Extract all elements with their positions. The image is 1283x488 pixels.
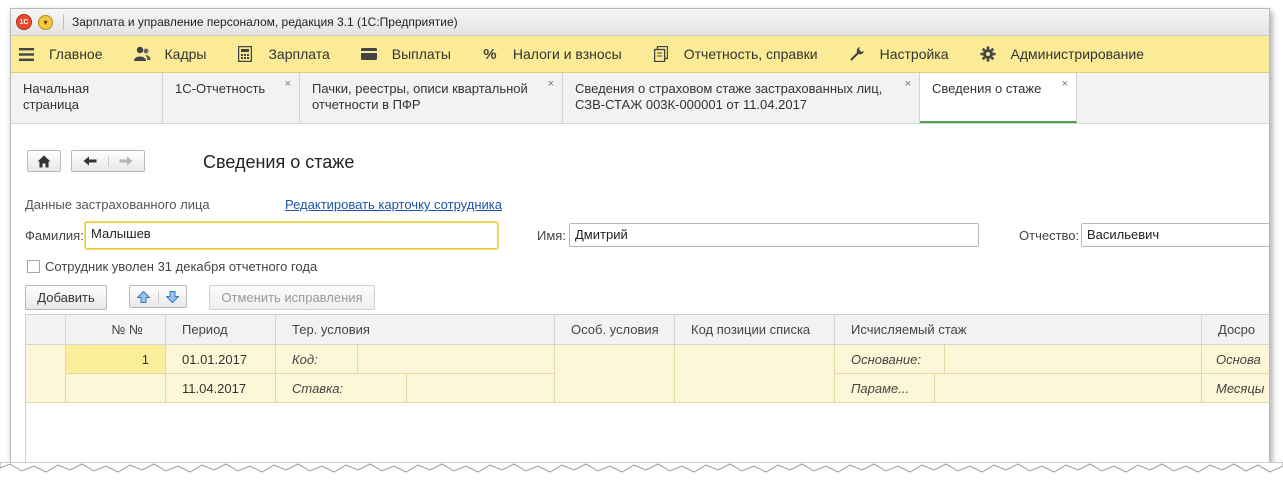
wallet-icon xyxy=(360,45,378,63)
table-header-marker xyxy=(26,315,66,345)
tab-label: 1С-Отчетность xyxy=(175,81,266,96)
form-title: Сведения о стаже xyxy=(203,152,355,172)
surname-label: Фамилия: xyxy=(25,228,84,243)
table-row-period-end[interactable]: 11.04.2017 xyxy=(166,374,276,403)
open-tabs-bar: Начальная страница 1С-Отчетность × Пачки… xyxy=(11,73,1269,124)
insured-person-section-label: Данные застрахованного лица xyxy=(25,197,210,212)
menu-item-taxes[interactable]: % Налоги и взносы xyxy=(481,45,622,63)
surname-field[interactable]: Малышев xyxy=(85,222,498,249)
table-row-stazh-param-value[interactable] xyxy=(935,374,1202,403)
window-title: Зарплата и управление персоналом, редакц… xyxy=(72,15,458,29)
torn-edge-decoration xyxy=(0,462,1283,488)
menu-item-label: Зарплата xyxy=(268,46,330,62)
sections-panel: Главное Кадры Зарплата Выплаты % Налоги … xyxy=(11,36,1269,73)
tab-stazh-info[interactable]: Сведения о стаже × xyxy=(920,73,1077,123)
menu-item-payments[interactable]: Выплаты xyxy=(360,45,451,63)
navigation-buttons xyxy=(71,150,145,172)
table-header-period[interactable]: Период xyxy=(166,315,276,345)
dismissed-checkbox-label[interactable]: Сотрудник уволен 31 декабря отчетного го… xyxy=(45,259,317,274)
table-row-stazh-param-label[interactable]: Параме... xyxy=(835,374,935,403)
tab-label: Сведения о стаже xyxy=(932,81,1042,96)
table-row-stazh-basis-value[interactable] xyxy=(945,345,1202,374)
back-arrow-icon[interactable] xyxy=(72,156,109,166)
menu-item-main[interactable]: Главное xyxy=(17,45,103,63)
gear-icon xyxy=(979,45,997,63)
tab-label: Начальная страница xyxy=(23,81,90,112)
home-button[interactable] xyxy=(27,150,61,172)
stazh-table: № № Период Тер. условия Особ. условия Ко… xyxy=(25,314,1269,471)
add-button[interactable]: Добавить xyxy=(25,285,107,310)
table-header-special-conditions[interactable]: Особ. условия xyxy=(555,315,675,345)
table-row-ter-rate-value[interactable] xyxy=(407,374,555,403)
name-label: Имя: xyxy=(537,228,566,243)
1c-logo-icon[interactable]: 1С xyxy=(16,14,32,30)
close-icon[interactable]: × xyxy=(548,76,554,92)
table-header-early-retirement[interactable]: Досро xyxy=(1202,315,1269,345)
table-row-ter-rate-label[interactable]: Ставка: xyxy=(276,374,407,403)
table-row-early-basis-label[interactable]: Основа xyxy=(1202,345,1269,374)
close-icon[interactable]: × xyxy=(1062,76,1068,92)
close-icon[interactable]: × xyxy=(905,76,911,92)
table-row-special-conditions[interactable] xyxy=(555,345,675,403)
table-header-number[interactable]: № № xyxy=(66,315,166,345)
table-row-period-start[interactable]: 01.01.2017 xyxy=(166,345,276,374)
menu-item-label: Настройка xyxy=(879,46,949,62)
tab-pfr-packs[interactable]: Пачки, реестры, описи квартальной отчетн… xyxy=(300,73,563,123)
menu-item-hr[interactable]: Кадры xyxy=(133,45,207,63)
table-header-list-position-code[interactable]: Код позиции списка xyxy=(675,315,835,345)
documents-icon xyxy=(652,45,670,63)
table-row-ter-code-label[interactable]: Код: xyxy=(276,345,358,374)
calculator-icon xyxy=(236,45,254,63)
menu-item-label: Налоги и взносы xyxy=(512,46,622,62)
table-row-stazh-basis-label[interactable]: Основание: xyxy=(835,345,945,374)
main-menu-icon[interactable]: ▾ xyxy=(38,14,53,30)
home-icon xyxy=(37,155,51,167)
forward-arrow-icon[interactable] xyxy=(109,156,145,166)
wrench-icon xyxy=(848,45,866,63)
menu-item-label: Кадры xyxy=(164,46,207,62)
menu-item-label: Выплаты xyxy=(391,46,451,62)
edit-employee-card-link[interactable]: Редактировать карточку сотрудника xyxy=(285,197,502,212)
table-row-early-months-label[interactable]: Месяцы xyxy=(1202,374,1269,403)
table-row-list-position-code[interactable] xyxy=(675,345,835,403)
cancel-corrections-button[interactable]: Отменить исправления xyxy=(209,285,375,310)
percent-icon: % xyxy=(483,45,497,63)
menu-item-administration[interactable]: Администрирование xyxy=(979,45,1145,63)
menu-item-label: Отчетность, справки xyxy=(683,46,818,62)
move-down-icon[interactable] xyxy=(159,290,187,303)
patronymic-field[interactable]: Васильевич xyxy=(1081,223,1269,247)
close-icon[interactable]: × xyxy=(285,76,291,92)
menu-item-settings[interactable]: Настройка xyxy=(848,45,949,63)
title-bar: 1С ▾ Зарплата и управление персоналом, р… xyxy=(11,9,1269,36)
tab-szv-stazh-document[interactable]: Сведения о страховом стаже застрахованны… xyxy=(563,73,920,123)
table-row-number[interactable]: 1 xyxy=(66,345,166,374)
menu-item-label: Главное xyxy=(49,46,103,62)
people-icon xyxy=(133,45,151,63)
tab-home-page[interactable]: Начальная страница xyxy=(11,73,163,123)
tab-1c-reporting[interactable]: 1С-Отчетность × xyxy=(163,73,300,123)
hamburger-icon xyxy=(17,45,35,63)
table-row-number-empty[interactable] xyxy=(66,374,166,403)
table-header-calculated-stazh[interactable]: Исчисляемый стаж xyxy=(835,315,1202,345)
tab-label: Пачки, реестры, описи квартальной отчетн… xyxy=(312,81,528,112)
patronymic-label: Отчество: xyxy=(1019,228,1080,243)
row-marker[interactable] xyxy=(26,345,66,403)
menu-item-label: Администрирование xyxy=(1010,46,1145,62)
move-buttons xyxy=(129,285,187,308)
menu-item-salary[interactable]: Зарплата xyxy=(236,45,330,63)
table-header-ter-conditions[interactable]: Тер. условия xyxy=(276,315,555,345)
dismissed-checkbox[interactable] xyxy=(27,260,40,273)
move-up-icon[interactable] xyxy=(130,290,159,303)
title-separator xyxy=(63,14,64,30)
name-field[interactable]: Дмитрий xyxy=(569,223,979,247)
menu-item-reports[interactable]: Отчетность, справки xyxy=(652,45,818,63)
tab-label: Сведения о страховом стаже застрахованны… xyxy=(575,81,883,112)
app-window: 1С ▾ Зарплата и управление персоналом, р… xyxy=(10,8,1270,472)
table-row-ter-code-value[interactable] xyxy=(358,345,555,374)
